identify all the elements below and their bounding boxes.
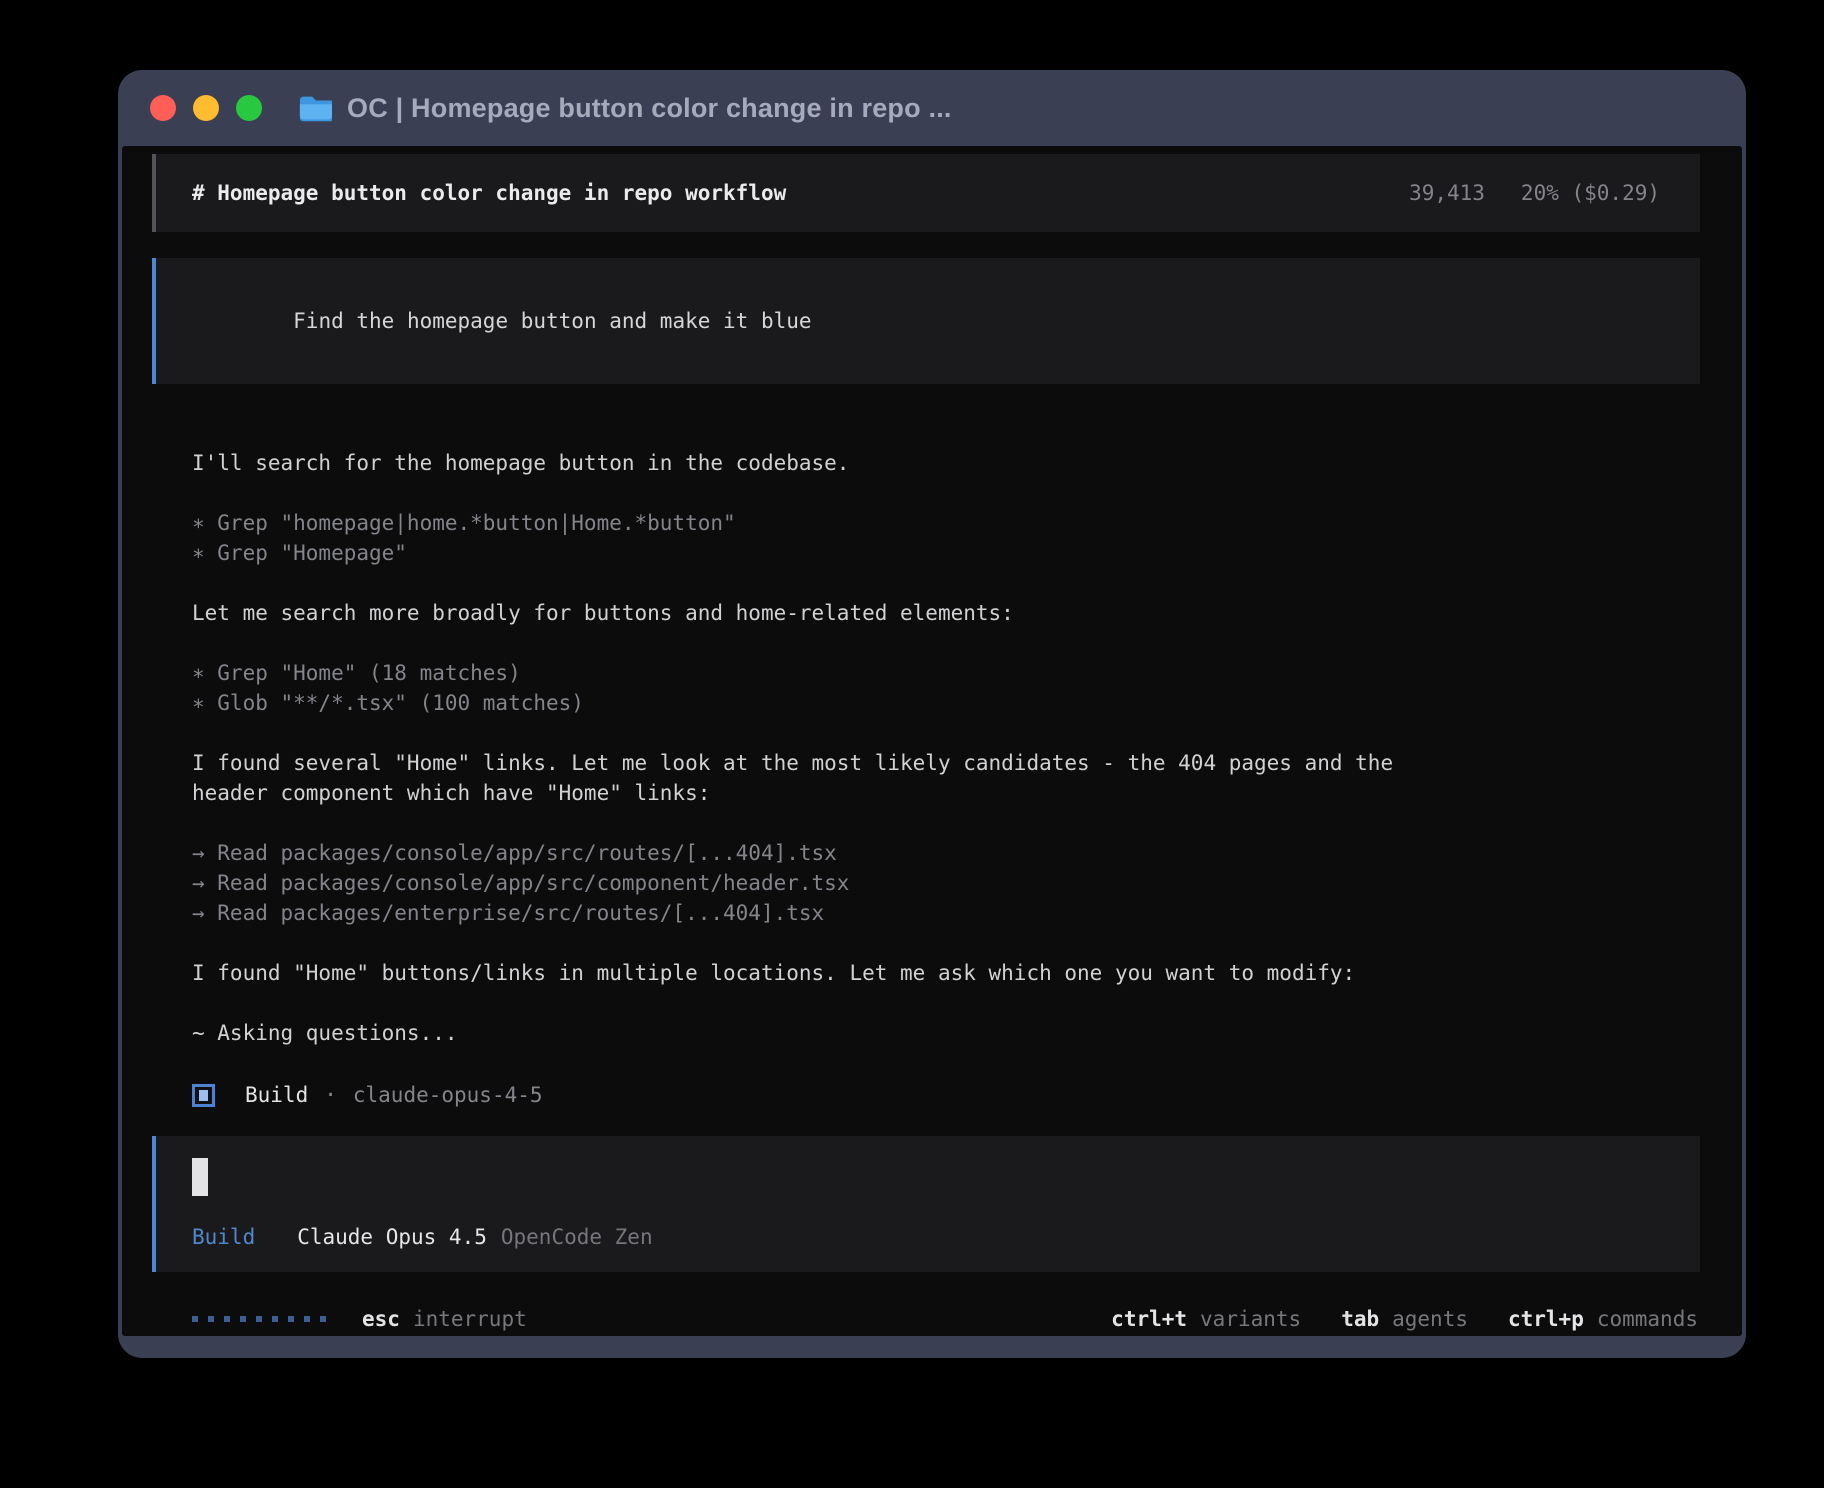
tool-call-line: → Read packages/console/app/src/routes/[… bbox=[192, 838, 1700, 868]
statusbar-left: esc interrupt bbox=[192, 1307, 527, 1331]
shortcut-hint: ctrl+t variants bbox=[1111, 1307, 1301, 1331]
shortcut-key: ctrl+p bbox=[1508, 1307, 1584, 1331]
tool-call-line: ∗ Grep "Home" (18 matches) bbox=[192, 658, 1700, 688]
spinner-dots bbox=[192, 1316, 326, 1322]
spinner-dot bbox=[256, 1316, 262, 1322]
input-meta: Build Claude Opus 4.5 OpenCode Zen bbox=[192, 1222, 1700, 1252]
tool-call-line: ∗ Glob "**/*.tsx" (100 matches) bbox=[192, 688, 1700, 718]
folder-icon bbox=[298, 94, 332, 122]
agent-model: claude-opus-4-5 bbox=[353, 1083, 543, 1107]
statusbar: esc interrupt ctrl+tvariantstabagentsctr… bbox=[152, 1304, 1700, 1334]
shortcut-hint: tab agents bbox=[1341, 1307, 1468, 1331]
esc-key-hint: esc bbox=[362, 1307, 400, 1331]
tool-call-block: ∗ Grep "Home" (18 matches)∗ Glob "**/*.t… bbox=[192, 658, 1700, 718]
agent-status-line: Build · claude-opus-4-5 bbox=[192, 1078, 1700, 1112]
spinner-dot bbox=[304, 1316, 310, 1322]
assistant-text-line: I found several "Home" links. Let me loo… bbox=[192, 748, 1700, 778]
user-message: Find the homepage button and make it blu… bbox=[152, 258, 1700, 384]
text-cursor bbox=[192, 1158, 208, 1196]
minimize-button[interactable] bbox=[193, 95, 219, 121]
assistant-text-block: I found "Home" buttons/links in multiple… bbox=[192, 958, 1700, 988]
assistant-text-line: header component which have "Home" links… bbox=[192, 778, 1700, 808]
terminal-window: OC | Homepage button color change in rep… bbox=[118, 70, 1746, 1358]
terminal-content: # Homepage button color change in repo w… bbox=[122, 146, 1742, 1336]
traffic-lights bbox=[150, 95, 262, 121]
tool-call-block: → Read packages/console/app/src/routes/[… bbox=[192, 838, 1700, 928]
tool-call-line: ∗ Grep "homepage|home.*button|Home.*butt… bbox=[192, 508, 1700, 538]
assistant-text-block: ~ Asking questions... bbox=[192, 1018, 1700, 1048]
agent-badge[interactable]: Build bbox=[192, 1225, 255, 1249]
assistant-text-line: Let me search more broadly for buttons a… bbox=[192, 598, 1700, 628]
assistant-text-line: I'll search for the homepage button in t… bbox=[192, 448, 1700, 478]
tool-call-line: → Read packages/enterprise/src/routes/[.… bbox=[192, 898, 1700, 928]
tool-call-line: ∗ Grep "Homepage" bbox=[192, 538, 1700, 568]
desktop-background: OC | Homepage button color change in rep… bbox=[0, 0, 1824, 1488]
titlebar[interactable]: OC | Homepage button color change in rep… bbox=[118, 70, 1746, 146]
shortcut-key: ctrl+t bbox=[1111, 1307, 1187, 1331]
agent-icon bbox=[192, 1084, 215, 1107]
shortcut-hint: ctrl+p commands bbox=[1508, 1307, 1698, 1331]
shortcut-action: commands bbox=[1597, 1307, 1698, 1331]
user-message-text: Find the homepage button and make it blu… bbox=[293, 309, 811, 333]
session-title: # Homepage button color change in repo w… bbox=[192, 181, 786, 205]
token-count: 39,413 bbox=[1409, 181, 1485, 205]
fullscreen-button[interactable] bbox=[236, 95, 262, 121]
agent-name: Build bbox=[245, 1083, 308, 1107]
assistant-text-block: Let me search more broadly for buttons a… bbox=[192, 598, 1700, 628]
tool-call-block: ∗ Grep "homepage|home.*button|Home.*butt… bbox=[192, 508, 1700, 568]
spinner-dot bbox=[320, 1316, 326, 1322]
model-label[interactable]: Claude Opus 4.5 bbox=[297, 1225, 487, 1249]
prompt-input[interactable]: Build Claude Opus 4.5 OpenCode Zen bbox=[152, 1136, 1700, 1272]
spinner-dot bbox=[224, 1316, 230, 1322]
transcript: I'll search for the homepage button in t… bbox=[152, 448, 1700, 1112]
shortcut-action: variants bbox=[1200, 1307, 1301, 1331]
close-button[interactable] bbox=[150, 95, 176, 121]
shortcut-key: tab bbox=[1341, 1307, 1379, 1331]
spinner-dot bbox=[240, 1316, 246, 1322]
session-stats: 39,413 20% ($0.29) bbox=[1409, 181, 1660, 205]
tool-call-line: → Read packages/console/app/src/componen… bbox=[192, 868, 1700, 898]
context-usage: 20% ($0.29) bbox=[1521, 181, 1660, 205]
esc-action-label: interrupt bbox=[413, 1307, 527, 1331]
spinner-dot bbox=[272, 1316, 278, 1322]
spinner-dot bbox=[208, 1316, 214, 1322]
spinner-dot bbox=[288, 1316, 294, 1322]
spinner-dot bbox=[192, 1316, 198, 1322]
session-header: # Homepage button color change in repo w… bbox=[152, 154, 1700, 232]
assistant-text-block: I'll search for the homepage button in t… bbox=[192, 448, 1700, 478]
window-title: OC | Homepage button color change in rep… bbox=[347, 93, 952, 124]
statusbar-shortcuts: ctrl+t variants tab agents ctrl+p commands bbox=[1111, 1307, 1698, 1331]
provider-label: OpenCode Zen bbox=[501, 1225, 653, 1249]
separator-dot: · bbox=[324, 1083, 337, 1107]
shortcut-action: agents bbox=[1392, 1307, 1468, 1331]
title-group: OC | Homepage button color change in rep… bbox=[298, 93, 952, 124]
agent-icon-fill bbox=[199, 1090, 208, 1101]
assistant-text-line: ~ Asking questions... bbox=[192, 1018, 1700, 1048]
assistant-text-line: I found "Home" buttons/links in multiple… bbox=[192, 958, 1700, 988]
assistant-text-block: I found several "Home" links. Let me loo… bbox=[192, 748, 1700, 808]
